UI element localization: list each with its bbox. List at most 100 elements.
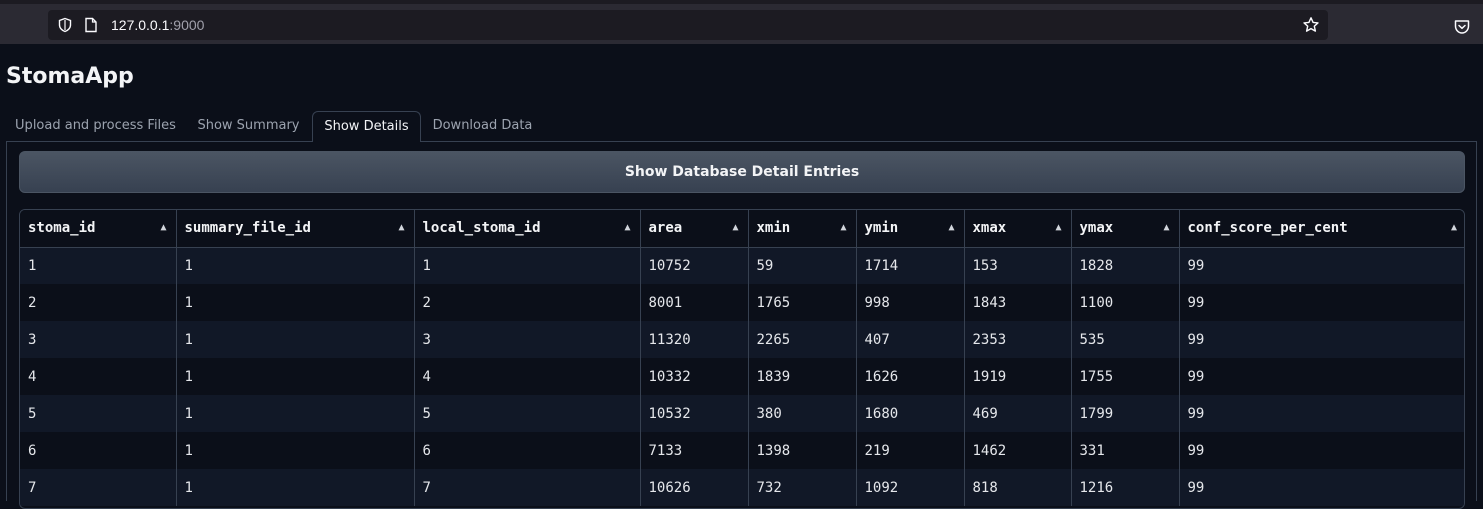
table-cell-ymax[interactable]: 1828 <box>1071 247 1180 284</box>
table-cell-area[interactable]: 8001 <box>640 284 749 321</box>
table-cell-local-stoma-id[interactable]: 4 <box>414 358 641 395</box>
table-cell-xmin[interactable]: 732 <box>748 469 857 506</box>
table-cell-conf-score-per-cent[interactable]: 99 <box>1179 284 1464 321</box>
table-cell-ymin[interactable]: 998 <box>856 284 965 321</box>
table-cell-area[interactable]: 10332 <box>640 358 749 395</box>
table-cell-area[interactable]: 11320 <box>640 321 749 358</box>
table-cell-ymin[interactable]: 1626 <box>856 358 965 395</box>
column-header-xmax[interactable]: xmax ▲ <box>964 210 1072 248</box>
table-cell-xmax[interactable]: 818 <box>964 469 1072 506</box>
table-cell-ymin[interactable]: 407 <box>856 321 965 358</box>
star-icon[interactable] <box>1302 16 1320 34</box>
table-row[interactable]: 7 1 7 10626 732 1092 818 1216 99 <box>20 469 1464 506</box>
show-database-detail-entries-button[interactable]: Show Database Detail Entries <box>19 151 1465 193</box>
table-cell-ymax[interactable]: 1216 <box>1071 469 1180 506</box>
table-cell-conf-score-per-cent[interactable]: 99 <box>1179 469 1464 506</box>
table-cell-ymax[interactable]: 331 <box>1071 432 1180 469</box>
table-cell-stoma-id[interactable]: 1 <box>20 247 177 284</box>
table-cell-local-stoma-id[interactable]: 6 <box>414 432 641 469</box>
table-cell-summary-file-id[interactable]: 1 <box>176 432 415 469</box>
table-row[interactable]: 1 1 1 10752 59 1714 153 1828 99 <box>20 247 1464 284</box>
table-cell-conf-score-per-cent[interactable]: 99 <box>1179 395 1464 432</box>
tab-show-details[interactable]: Show Details <box>312 111 421 142</box>
table-row[interactable]: 3 1 3 11320 2265 407 2353 535 99 <box>20 321 1464 358</box>
table-cell-conf-score-per-cent[interactable]: 99 <box>1179 247 1464 284</box>
table-cell-summary-file-id[interactable]: 1 <box>176 395 415 432</box>
table-cell-xmax[interactable]: 1843 <box>964 284 1072 321</box>
sort-ascending-icon[interactable]: ▲ <box>948 222 954 233</box>
table-cell-xmin[interactable]: 1839 <box>748 358 857 395</box>
table-cell-stoma-id[interactable]: 3 <box>20 321 177 358</box>
table-cell-local-stoma-id[interactable]: 1 <box>414 247 641 284</box>
table-cell-summary-file-id[interactable]: 1 <box>176 321 415 358</box>
table-cell-area[interactable]: 7133 <box>640 432 749 469</box>
table-cell-area[interactable]: 10752 <box>640 247 749 284</box>
table-cell-summary-file-id[interactable]: 1 <box>176 247 415 284</box>
sort-ascending-icon[interactable]: ▲ <box>398 222 404 233</box>
table-cell-ymax[interactable]: 1100 <box>1071 284 1180 321</box>
column-header-ymin[interactable]: ymin ▲ <box>856 210 965 248</box>
table-cell-xmax[interactable]: 469 <box>964 395 1072 432</box>
url-text[interactable]: 127.0.0.1:9000 <box>111 16 204 34</box>
table-row[interactable]: 5 1 5 10532 380 1680 469 1799 99 <box>20 395 1464 432</box>
tab-upload-and-process-files[interactable]: Upload and process Files <box>6 111 185 141</box>
table-cell-local-stoma-id[interactable]: 3 <box>414 321 641 358</box>
table-row[interactable]: 6 1 6 7133 1398 219 1462 331 99 <box>20 432 1464 469</box>
table-cell-ymin[interactable]: 219 <box>856 432 965 469</box>
table-cell-ymax[interactable]: 1799 <box>1071 395 1180 432</box>
table-cell-stoma-id[interactable]: 4 <box>20 358 177 395</box>
table-cell-summary-file-id[interactable]: 1 <box>176 358 415 395</box>
table-cell-xmin[interactable]: 59 <box>748 247 857 284</box>
table-cell-stoma-id[interactable]: 7 <box>20 469 177 506</box>
table-cell-xmax[interactable]: 1919 <box>964 358 1072 395</box>
column-header-ymax[interactable]: ymax ▲ <box>1071 210 1180 248</box>
column-header-local-stoma-id[interactable]: local_stoma_id ▲ <box>414 210 641 248</box>
table-cell-stoma-id[interactable]: 2 <box>20 284 177 321</box>
sort-ascending-icon[interactable]: ▲ <box>624 222 630 233</box>
column-header-conf-score-per-cent[interactable]: conf_score_per_cent ▲ <box>1179 210 1464 248</box>
table-row[interactable]: 4 1 4 10332 1839 1626 1919 1755 99 <box>20 358 1464 395</box>
table-cell-conf-score-per-cent[interactable]: 99 <box>1179 432 1464 469</box>
column-header-stoma-id[interactable]: stoma_id ▲ <box>20 210 177 248</box>
table-cell-summary-file-id[interactable]: 1 <box>176 469 415 506</box>
details-table: stoma_id ▲ summary_file_id ▲ local_stoma_id ▲… <box>19 209 1465 509</box>
table-cell-area[interactable]: 10532 <box>640 395 749 432</box>
table-cell-local-stoma-id[interactable]: 7 <box>414 469 641 506</box>
page-icon[interactable] <box>84 17 98 33</box>
table-cell-ymax[interactable]: 535 <box>1071 321 1180 358</box>
column-header-area[interactable]: area ▲ <box>640 210 749 248</box>
table-cell-xmax[interactable]: 153 <box>964 247 1072 284</box>
shield-icon[interactable] <box>57 17 73 33</box>
sort-ascending-icon[interactable]: ▲ <box>160 222 166 233</box>
table-cell-xmin[interactable]: 380 <box>748 395 857 432</box>
sort-ascending-icon[interactable]: ▲ <box>840 222 846 233</box>
table-cell-xmax[interactable]: 2353 <box>964 321 1072 358</box>
table-row[interactable]: 2 1 2 8001 1765 998 1843 1100 99 <box>20 284 1464 321</box>
sort-ascending-icon[interactable]: ▲ <box>732 222 738 233</box>
column-header-xmin[interactable]: xmin ▲ <box>748 210 857 248</box>
table-cell-xmin[interactable]: 2265 <box>748 321 857 358</box>
table-cell-ymin[interactable]: 1714 <box>856 247 965 284</box>
sort-ascending-icon[interactable]: ▲ <box>1055 222 1061 233</box>
table-cell-ymax[interactable]: 1755 <box>1071 358 1180 395</box>
table-cell-local-stoma-id[interactable]: 2 <box>414 284 641 321</box>
table-cell-xmax[interactable]: 1462 <box>964 432 1072 469</box>
table-cell-xmin[interactable]: 1398 <box>748 432 857 469</box>
sort-ascending-icon[interactable]: ▲ <box>1163 222 1169 233</box>
sort-ascending-icon[interactable]: ▲ <box>1451 222 1457 233</box>
pocket-icon[interactable] <box>1453 18 1471 36</box>
table-cell-local-stoma-id[interactable]: 5 <box>414 395 641 432</box>
table-cell-stoma-id[interactable]: 5 <box>20 395 177 432</box>
tab-show-summary[interactable]: Show Summary <box>185 111 312 141</box>
table-cell-xmin[interactable]: 1765 <box>748 284 857 321</box>
table-cell-conf-score-per-cent[interactable]: 99 <box>1179 321 1464 358</box>
table-cell-ymin[interactable]: 1092 <box>856 469 965 506</box>
table-cell-stoma-id[interactable]: 6 <box>20 432 177 469</box>
address-bar[interactable]: 127.0.0.1:9000 <box>48 10 1328 40</box>
table-cell-summary-file-id[interactable]: 1 <box>176 284 415 321</box>
table-cell-ymin[interactable]: 1680 <box>856 395 965 432</box>
column-header-summary-file-id[interactable]: summary_file_id ▲ <box>176 210 415 248</box>
table-cell-area[interactable]: 10626 <box>640 469 749 506</box>
table-cell-conf-score-per-cent[interactable]: 99 <box>1179 358 1464 395</box>
tab-download-data[interactable]: Download Data <box>421 111 544 141</box>
